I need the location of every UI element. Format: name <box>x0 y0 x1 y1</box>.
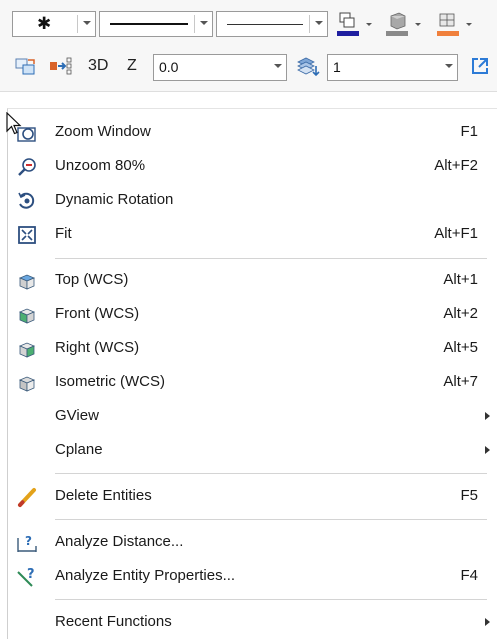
levels-button[interactable] <box>296 56 320 78</box>
line-style-sample <box>110 23 188 25</box>
chevron-down-icon <box>466 23 472 26</box>
line-width-combo[interactable] <box>216 11 328 37</box>
menu-item-right-wcs[interactable]: Right (WCS) Alt+5 <box>8 333 497 363</box>
chevron-right-icon <box>485 412 490 420</box>
menu-item-isometric-wcs[interactable]: Isometric (WCS) Alt+7 <box>8 367 497 397</box>
menu-separator <box>55 473 487 474</box>
menu-item-zoom-window[interactable]: Zoom Window F1 <box>8 117 497 147</box>
chevron-right-icon <box>485 618 490 626</box>
chevron-down-icon <box>274 64 282 68</box>
line-style-combo[interactable] <box>99 11 213 37</box>
expand-toolbar-button[interactable] <box>470 56 490 76</box>
context-menu: Zoom Window F1 Unzoom 80% Alt+F2 Dynamic… <box>7 108 497 639</box>
line-width-sample <box>227 24 303 25</box>
menu-item-shortcut: Alt+F1 <box>434 225 478 242</box>
svg-text:?: ? <box>27 567 35 582</box>
surface-color-button[interactable] <box>385 12 425 38</box>
external-link-icon <box>472 58 488 74</box>
chevron-down-icon <box>445 64 453 68</box>
menu-item-unzoom[interactable]: Unzoom 80% Alt+F2 <box>8 151 497 181</box>
eraser-pencil-icon <box>18 488 36 507</box>
solid-color-button[interactable] <box>436 12 476 38</box>
point-style-combo[interactable]: ✱ <box>12 11 96 37</box>
levels-icon <box>297 57 320 77</box>
menu-item-label: Fit <box>55 225 72 242</box>
chevron-down-icon <box>415 23 421 26</box>
menu-item-label: Delete Entities <box>55 487 152 504</box>
level-value: 1 <box>333 59 341 75</box>
menu-item-label: Isometric (WCS) <box>55 373 165 390</box>
menu-item-label: Front (WCS) <box>55 305 140 322</box>
menu-item-top-wcs[interactable]: Top (WCS) Alt+1 <box>8 265 497 295</box>
chevron-down-icon <box>366 23 372 26</box>
menu-item-label: Analyze Entity Properties... <box>55 567 236 584</box>
planes-icon <box>15 58 35 75</box>
menu-item-label: Recent Functions <box>55 613 172 630</box>
menu-item-fit[interactable]: Fit Alt+F1 <box>8 219 497 249</box>
menu-item-dynamic-rotation[interactable]: Dynamic Rotation <box>8 185 497 215</box>
solid-color-icon <box>437 13 459 36</box>
menu-item-recent-functions[interactable]: Recent Functions <box>8 607 497 637</box>
surface-color-icon <box>386 12 408 36</box>
wcs-button[interactable] <box>48 56 74 78</box>
z-depth-combo[interactable]: 0.0 <box>153 54 287 81</box>
mouse-cursor-icon <box>6 112 22 135</box>
menu-item-label: Cplane <box>55 441 103 458</box>
menu-item-delete-entities[interactable]: Delete Entities F5 <box>8 481 497 511</box>
menu-separator <box>55 258 487 259</box>
planes-button[interactable] <box>14 56 38 78</box>
chevron-down-icon <box>315 21 323 25</box>
cube-isometric-icon <box>18 376 36 392</box>
wcs-icon <box>50 57 72 75</box>
menu-separator <box>55 599 487 600</box>
z-depth-value: 0.0 <box>159 59 179 75</box>
cube-front-icon <box>18 308 36 324</box>
analyze-distance-icon: ? <box>17 534 37 552</box>
menu-item-label: Unzoom 80% <box>55 157 146 174</box>
level-combo[interactable]: 1 <box>327 54 458 81</box>
menu-item-shortcut: Alt+2 <box>443 305 478 322</box>
menu-item-label: Top (WCS) <box>55 271 129 288</box>
z-depth-label: Z <box>127 57 137 74</box>
menu-item-label: GView <box>55 407 99 424</box>
menu-item-shortcut: F1 <box>460 123 478 140</box>
view-3d-toggle[interactable]: 3D <box>88 57 108 75</box>
menu-item-analyze-distance[interactable]: ? Analyze Distance... <box>8 527 497 557</box>
unzoom-icon <box>18 158 36 176</box>
menu-item-shortcut: Alt+5 <box>443 339 478 356</box>
cube-right-icon <box>18 342 36 358</box>
menu-item-label: Right (WCS) <box>55 339 140 356</box>
cube-top-icon <box>18 274 36 290</box>
menu-item-front-wcs[interactable]: Front (WCS) Alt+2 <box>8 299 497 329</box>
analyze-entity-icon: ? <box>17 567 35 587</box>
svg-text:?: ? <box>25 534 32 548</box>
menu-item-label: Analyze Distance... <box>55 533 184 550</box>
menu-item-cplane[interactable]: Cplane <box>8 435 497 465</box>
attributes-toolbar: ✱ 3D Z 0.0 1 <box>0 0 497 92</box>
menu-item-analyze-entity-properties[interactable]: ? Analyze Entity Properties... F4 <box>8 561 497 591</box>
rotation-icon <box>18 192 35 209</box>
menu-item-shortcut: Alt+F2 <box>434 157 478 174</box>
menu-item-shortcut: F4 <box>460 567 478 584</box>
fit-icon <box>18 226 36 244</box>
point-style-value: ✱ <box>37 14 52 33</box>
chevron-down-icon <box>83 21 91 25</box>
menu-separator <box>55 519 487 520</box>
menu-item-gview[interactable]: GView <box>8 401 497 431</box>
menu-item-shortcut: Alt+7 <box>443 373 478 390</box>
chevron-right-icon <box>485 446 490 454</box>
line-color-button[interactable] <box>336 12 376 38</box>
menu-item-label: Zoom Window <box>55 123 151 140</box>
menu-item-shortcut: Alt+1 <box>443 271 478 288</box>
chevron-down-icon <box>200 21 208 25</box>
menu-item-shortcut: F5 <box>460 487 478 504</box>
menu-item-label: Dynamic Rotation <box>55 191 174 208</box>
line-color-icon <box>337 12 359 36</box>
